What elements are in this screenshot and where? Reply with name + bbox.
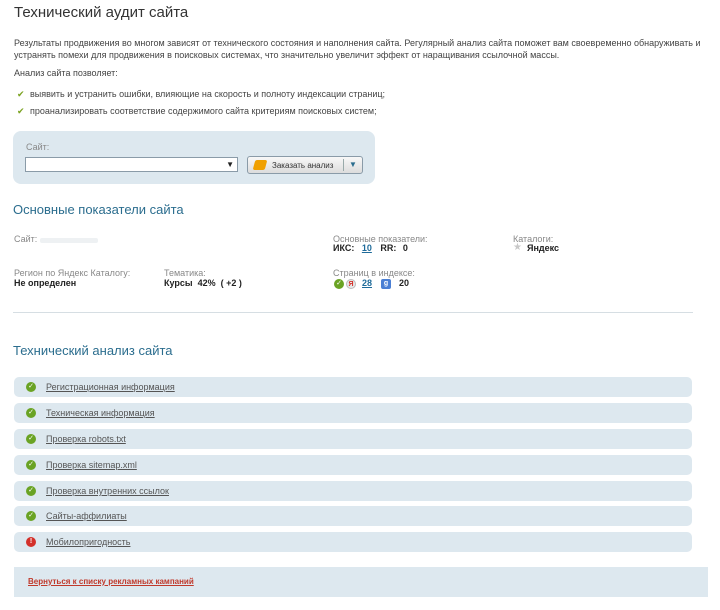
allows-label: Анализ сайта позволяет: <box>14 68 118 78</box>
star-icon: ★ <box>513 242 522 253</box>
pages-yandex: 28 <box>362 278 372 288</box>
check-circle-icon: ✓ <box>26 408 36 418</box>
iks-value-link[interactable]: 10 <box>362 243 372 253</box>
tech-item-registration[interactable]: ✓ Регистрационная информация <box>14 377 692 397</box>
topic-value: Курсы 42% ( +2 ) <box>164 278 242 288</box>
region-label: Регион по Яндекс Каталогу: <box>14 268 131 278</box>
button-divider <box>343 159 344 171</box>
check-circle-icon: ✓ <box>26 382 36 392</box>
tech-item-label[interactable]: Регистрационная информация <box>46 382 175 392</box>
section-divider <box>13 312 693 313</box>
tech-item-label[interactable]: Мобилопригодность <box>46 537 130 547</box>
check-icon: ✔ <box>17 89 25 99</box>
rr-value: 0 <box>402 243 408 253</box>
yandex-icon: Я <box>346 279 356 289</box>
order-analysis-button[interactable]: Заказать анализ ▼ <box>247 156 363 174</box>
bullet-text: проанализировать соответствие содержимог… <box>30 106 377 116</box>
indicators-values: ИКС: 10 RR: 0 <box>333 243 408 253</box>
chevron-down-icon[interactable]: ▼ <box>349 160 357 169</box>
order-button-label: Заказать анализ <box>272 161 334 170</box>
stats-site-label: Сайт: <box>14 234 38 244</box>
check-circle-icon: ✓ <box>26 511 36 521</box>
pages-yandex-link[interactable]: 28 <box>362 278 372 288</box>
tech-item-robots[interactable]: ✓ Проверка robots.txt <box>14 429 692 449</box>
tech-item-label[interactable]: Проверка robots.txt <box>46 434 126 444</box>
tech-item-mobile[interactable]: ! Мобилопригодность <box>14 532 692 552</box>
back-to-campaigns-link[interactable]: Вернуться к списку рекламных кампаний <box>28 577 194 586</box>
tech-item-label[interactable]: Проверка sitemap.xml <box>46 460 137 470</box>
page-title: Технический аудит сайта <box>14 4 189 21</box>
footer-bar: Вернуться к списку рекламных кампаний <box>14 567 708 597</box>
tech-item-label[interactable]: Техническая информация <box>46 408 155 418</box>
tech-item-label[interactable]: Проверка внутренних ссылок <box>46 486 169 496</box>
check-circle-icon: ✓ <box>26 434 36 444</box>
main-stats-title: Основные показатели сайта <box>13 202 184 217</box>
tech-item-sitemap[interactable]: ✓ Проверка sitemap.xml <box>14 455 692 475</box>
site-value-redacted <box>40 238 98 243</box>
pages-google: 20 <box>399 278 410 288</box>
tech-item-affiliates[interactable]: ✓ Сайты-аффилиаты <box>14 506 692 526</box>
tech-item-internal-links[interactable]: ✓ Проверка внутренних ссылок <box>14 481 692 501</box>
site-form-panel: Сайт: ▼ Заказать анализ ▼ <box>13 131 375 184</box>
bullet-item: ✔ выявить и устранить ошибки, влияющие н… <box>17 89 385 99</box>
tech-analysis-title: Технический анализ сайта <box>13 343 173 358</box>
pages-label: Страниц в индексе: <box>333 268 415 278</box>
google-icon: g <box>381 279 391 289</box>
check-icon: ✔ <box>17 106 25 116</box>
check-circle-icon: ✓ <box>26 460 36 470</box>
dropdown-arrow-icon: ▼ <box>226 160 234 169</box>
site-select[interactable]: ▼ <box>25 157 238 172</box>
iks-label: ИКС: <box>333 243 355 253</box>
bullet-text: выявить и устранить ошибки, влияющие на … <box>30 89 385 99</box>
region-value: Не определен <box>14 278 77 288</box>
tech-item-label[interactable]: Сайты-аффилиаты <box>46 511 127 521</box>
intro-text: Результаты продвижения во многом зависят… <box>14 38 701 60</box>
order-logo-icon <box>252 160 268 170</box>
catalogs-value: Яндекс <box>527 243 560 253</box>
topic-label: Тематика: <box>164 268 206 278</box>
check-circle-icon: ✓ <box>26 486 36 496</box>
check-icon: ✓ <box>334 279 344 289</box>
bullet-item: ✔ проанализировать соответствие содержим… <box>17 106 377 116</box>
error-circle-icon: ! <box>26 537 36 547</box>
site-label: Сайт: <box>26 142 50 152</box>
rr-label: RR: <box>380 243 397 253</box>
tech-item-technical[interactable]: ✓ Техническая информация <box>14 403 692 423</box>
